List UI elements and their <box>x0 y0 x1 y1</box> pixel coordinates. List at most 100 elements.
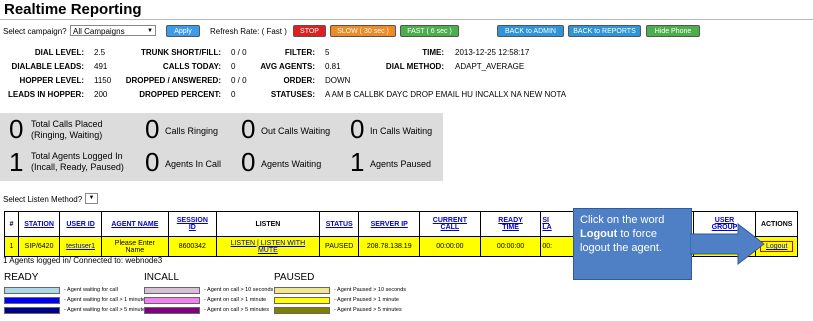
row-user-id[interactable]: testuser1 <box>59 236 102 257</box>
page-title: Realtime Reporting <box>4 1 142 18</box>
out-calls-waiting-count: 0 <box>241 114 256 144</box>
status-sort-link[interactable]: STATUS <box>326 221 353 228</box>
row-ready-time: 00:00:00 <box>479 236 542 257</box>
filter-label: FILTER: <box>284 48 315 57</box>
hopper-level-value: 1150 <box>94 76 112 85</box>
agents-logged-label: Total Agents Logged In (Incall, Ready, P… <box>31 151 124 173</box>
agent-name-line1: Please Enter <box>114 239 155 247</box>
avg-agents-label: AVG AGENTS: <box>260 62 315 71</box>
incall-item-3: - Agent on call > 5 minutes <box>204 307 269 313</box>
back-to-admin-button[interactable]: BACK to ADMIN <box>497 25 564 37</box>
paused-item-2: - Agent Paused > 1 minute <box>334 297 399 303</box>
slow-refresh-button[interactable]: SLOW ( 30 sec ) <box>330 25 396 37</box>
paused-swatch-3 <box>274 306 330 314</box>
col-user-id[interactable]: USER ID <box>59 211 102 237</box>
station-sort-link[interactable]: STATION <box>24 221 54 228</box>
col-agent-name[interactable]: AGENT NAME <box>100 211 169 237</box>
col-station[interactable]: STATION <box>17 211 61 237</box>
order-value: DOWN <box>325 76 351 85</box>
paused-swatch-2 <box>274 296 330 304</box>
col-session-id[interactable]: SESSION ID <box>167 211 217 237</box>
hopper-level-label: HOPPER LEVEL: <box>19 76 84 85</box>
dial-method-value: ADAPT_AVERAGE <box>455 62 525 71</box>
calls-today-value: 0 <box>231 62 236 71</box>
ready-swatch-2 <box>4 296 60 304</box>
row-station: SIP/6420 <box>17 236 61 257</box>
agents-incall-count: 0 <box>145 147 160 177</box>
col-listen: LISTEN <box>215 211 321 237</box>
in-calls-waiting-count: 0 <box>350 114 365 144</box>
row-num: 1 <box>4 236 19 257</box>
calls-ringing-count: 0 <box>145 114 160 144</box>
dial-level-label: DIAL LEVEL: <box>34 48 84 57</box>
current-header-line1: CURRENT <box>432 217 467 224</box>
calls-placed-label: Total Calls Placed (Ringing, Waiting) <box>31 119 103 141</box>
session-id-sort-link[interactable]: SESSION ID <box>177 217 208 231</box>
col-ready-time[interactable]: READY TIME <box>479 211 542 237</box>
out-calls-waiting-label: Out Calls Waiting <box>261 126 331 136</box>
incall-item-1: - Agent on call > 10 seconds <box>204 287 274 293</box>
ready-item-2: - Agent waiting for call > 1 minute <box>64 297 146 303</box>
in-calls-waiting-label: In Calls Waiting <box>370 126 433 136</box>
back-to-reports-button[interactable]: BACK to REPORTS <box>568 25 641 37</box>
since-header-line1: SI <box>542 217 550 224</box>
incall-swatch-2 <box>144 296 200 304</box>
order-label: ORDER: <box>283 76 315 85</box>
col-num: # <box>4 211 19 237</box>
incall-item-2: - Agent on call > 1 minute <box>204 297 267 303</box>
session-header-line1: SESSION <box>176 217 208 224</box>
agents-waiting-label: Agents Waiting <box>261 159 322 169</box>
stop-button[interactable]: STOP <box>293 25 326 37</box>
leads-in-hopper-value: 200 <box>94 90 108 99</box>
fast-refresh-button[interactable]: FAST ( 6 sec ) <box>400 25 459 37</box>
agents-incall-label: Agents In Call <box>165 159 222 169</box>
stats-labels-col3: FILTER: AVG AGENTS: ORDER: STATUSES: <box>250 46 315 102</box>
user-id-sort-link[interactable]: USER ID <box>66 221 94 228</box>
row-current-call: 00:00:00 <box>419 236 481 257</box>
dropped-answered-value: 0 / 0 <box>231 76 247 85</box>
col-status[interactable]: STATUS <box>318 211 360 237</box>
row-listen[interactable]: LISTEN | LISTEN WITH MUTE <box>215 236 321 257</box>
current-call-sort-link[interactable]: CURRENT CALL <box>433 217 467 231</box>
dial-method-label: DIAL METHOD: <box>385 62 444 71</box>
server-ip-sort-link[interactable]: SERVER IP <box>371 221 408 228</box>
summary-panel: 0 Total Calls Placed (Ringing, Waiting) … <box>0 113 443 181</box>
since-header-line2: LA <box>542 224 552 231</box>
stats-labels-col4: TIME: DIAL METHOD: <box>360 46 444 74</box>
ready-item-1: - Agent waiting for call <box>64 287 118 293</box>
callout-arrow-icon <box>690 222 765 266</box>
calls-today-label: CALLS TODAY: <box>162 62 221 71</box>
legend-incall-title: INCALL <box>144 272 180 283</box>
since-last-call-sort-link[interactable]: SI LA <box>542 217 551 231</box>
col-server-ip[interactable]: SERVER IP <box>358 211 421 237</box>
apply-button[interactable]: Apply <box>166 25 200 37</box>
legend-paused-title: PAUSED <box>274 272 315 283</box>
listen-link[interactable]: LISTEN | LISTEN WITH MUTE <box>231 240 306 254</box>
row-agent-name: Please Enter Name <box>100 236 169 257</box>
agents-logged-line1: Total Agents Logged In <box>31 151 123 161</box>
campaign-select[interactable]: All Campaigns ▼ <box>70 25 156 36</box>
statuses-label: STATUSES: <box>270 90 315 99</box>
legend-incall: - Agent on call > 10 seconds - Agent on … <box>144 285 273 315</box>
paused-item-1: - Agent Paused > 10 seconds <box>334 287 407 293</box>
row-server-ip: 208.78.138.19 <box>358 236 421 257</box>
stats-values-col1: 2.5 491 1150 200 <box>94 46 111 102</box>
incall-swatch-1 <box>144 286 200 294</box>
col-current-call[interactable]: CURRENT CALL <box>419 211 481 237</box>
ready-time-sort-link[interactable]: READY TIME <box>498 217 523 231</box>
dialable-leads-value: 491 <box>94 62 108 71</box>
user-id-link[interactable]: testuser1 <box>66 243 95 250</box>
paused-item-3: - Agent Paused > 5 minutes <box>334 307 402 313</box>
agents-waiting-count: 0 <box>241 147 256 177</box>
ready-swatch-1 <box>4 286 60 294</box>
legend-paused: - Agent Paused > 10 seconds - Agent Paus… <box>274 285 406 315</box>
hide-phone-button[interactable]: Hide Phone <box>646 25 700 37</box>
legend-ready-title: READY <box>4 272 39 283</box>
stats-labels-col2: TRUNK SHORT/FILL: CALLS TODAY: DROPPED /… <box>115 46 221 102</box>
agents-paused-label: Agents Paused <box>370 159 432 169</box>
listen-method-select[interactable]: ▼ <box>85 193 98 204</box>
agent-name-sort-link[interactable]: AGENT NAME <box>111 221 158 228</box>
callout-line2: to force <box>617 228 658 240</box>
dropped-percent-value: 0 <box>231 90 236 99</box>
legend-ready: - Agent waiting for call - Agent waiting… <box>4 285 148 315</box>
